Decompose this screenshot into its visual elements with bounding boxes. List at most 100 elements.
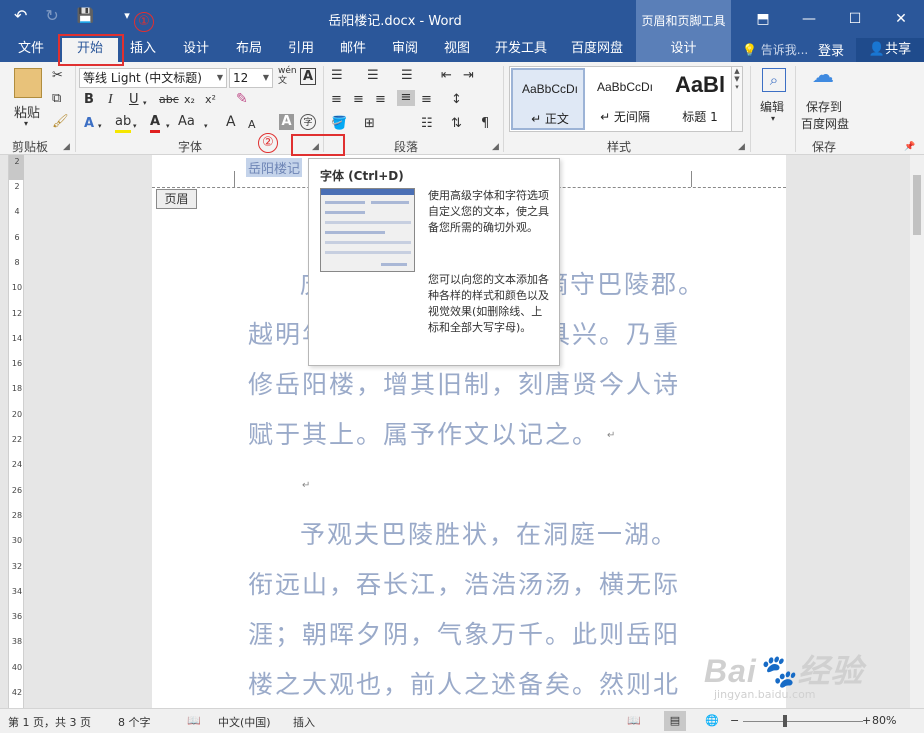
doc-line[interactable]: 楼之大观也，前人之述备矣。然则北: [248, 665, 680, 701]
multilevel-list-icon[interactable]: ☰: [401, 68, 413, 84]
header-text[interactable]: 岳阳楼记: [246, 158, 303, 177]
editing-label[interactable]: 编辑: [760, 98, 784, 115]
enclose-char-button[interactable]: 字: [300, 114, 316, 130]
chevron-down-icon[interactable]: ▾: [204, 118, 208, 134]
tab-design[interactable]: 设计: [175, 38, 217, 62]
cut-icon[interactable]: ✂: [52, 68, 63, 84]
read-mode-icon[interactable]: 📖: [627, 714, 641, 727]
scroll-thumb[interactable]: [913, 175, 921, 235]
zoom-thumb[interactable]: [783, 715, 787, 727]
doc-line[interactable]: 予观夫巴陵胜状，在洞庭一湖。: [300, 515, 678, 551]
justify-icon[interactable]: ≡: [397, 90, 415, 106]
web-layout-icon[interactable]: 🌐: [705, 714, 719, 727]
zoom-in-icon[interactable]: +: [862, 714, 871, 727]
tab-developer[interactable]: 开发工具: [490, 38, 552, 62]
style-no-spacing[interactable]: AaBbCcDı ↵ 无间隔: [588, 68, 662, 130]
sort-icon[interactable]: ⇅: [451, 116, 462, 132]
char-shading-button[interactable]: A: [279, 114, 294, 130]
minimize-button[interactable]: —: [786, 0, 832, 38]
styles-scroll[interactable]: ▲ ▼ ▾: [731, 66, 743, 132]
tab-header-footer-design[interactable]: 设计: [636, 38, 731, 62]
line-spacing-icon[interactable]: ↕: [451, 92, 462, 108]
chevron-down-icon[interactable]: ▾: [166, 118, 170, 134]
insert-mode[interactable]: 插入: [293, 714, 315, 730]
shading-icon[interactable]: 🪣: [331, 116, 347, 132]
tab-references[interactable]: 引用: [280, 38, 322, 62]
increase-indent-icon[interactable]: ⇥: [463, 68, 474, 84]
shrink-font-button[interactable]: A: [248, 117, 256, 133]
vertical-scrollbar[interactable]: [910, 155, 924, 708]
chevron-down-icon[interactable]: ▾: [98, 118, 102, 134]
cloud-icon[interactable]: ☁: [812, 65, 834, 87]
superscript-button[interactable]: x²: [205, 92, 216, 108]
proofing-icon[interactable]: 📖: [187, 714, 201, 727]
subscript-button[interactable]: x₂: [184, 92, 195, 108]
chevron-down-icon[interactable]: ▾: [771, 114, 775, 123]
chevron-down-icon[interactable]: ▾: [133, 118, 137, 134]
lightbulb-icon: 💡: [742, 43, 757, 57]
chevron-down-icon[interactable]: ▾: [143, 95, 147, 111]
paragraph-launcher-icon[interactable]: ◢: [492, 142, 499, 152]
print-layout-icon[interactable]: ▤: [664, 711, 686, 731]
underline-button[interactable]: U: [129, 92, 139, 108]
page-count[interactable]: 第 1 页，共 3 页: [8, 714, 91, 730]
zoom-out-icon[interactable]: −: [730, 714, 739, 727]
clipboard-launcher-icon[interactable]: ◢: [63, 142, 70, 152]
clear-formatting-icon[interactable]: ✎: [236, 91, 248, 107]
tab-baidu-netdisk[interactable]: 百度网盘: [563, 38, 631, 62]
highlight-color-icon[interactable]: ab: [115, 114, 132, 133]
distributed-icon[interactable]: ≡: [421, 92, 432, 108]
sign-in-link[interactable]: 登录: [818, 40, 844, 59]
paste-dropdown-icon[interactable]: ▾: [24, 119, 28, 128]
align-right-icon[interactable]: ≡: [375, 92, 386, 108]
save-to-line1[interactable]: 保存到: [806, 98, 842, 115]
style-normal[interactable]: AaBbCcDı ↵ 正文: [511, 68, 585, 130]
word-count[interactable]: 8 个字: [118, 714, 151, 730]
borders-icon[interactable]: ⊞: [364, 116, 375, 132]
grow-font-button[interactable]: A: [226, 114, 236, 130]
language-indicator[interactable]: 中文(中国): [218, 714, 271, 730]
search-icon[interactable]: ⌕: [762, 68, 786, 92]
tab-layout[interactable]: 布局: [228, 38, 270, 62]
align-center-icon[interactable]: ≡: [353, 92, 364, 108]
font-name-combo[interactable]: 等线 Light (中文标题) ▼: [79, 68, 227, 88]
change-case-button[interactable]: Aa: [178, 114, 195, 130]
text-effects-icon[interactable]: A: [84, 116, 94, 132]
close-button[interactable]: ✕: [878, 0, 924, 38]
char-border-icon[interactable]: A: [300, 68, 316, 85]
maximize-button[interactable]: ☐: [832, 0, 878, 38]
tab-insert[interactable]: 插入: [122, 38, 164, 62]
font-color-icon[interactable]: A: [150, 114, 161, 133]
styles-launcher-icon[interactable]: ◢: [738, 142, 745, 152]
strikethrough-button[interactable]: abc: [159, 92, 179, 108]
zoom-level[interactable]: 80%: [872, 714, 896, 727]
doc-line[interactable]: 修岳阳楼，增其旧制，刻唐贤今人诗: [248, 365, 680, 401]
share-button[interactable]: 👤共享: [856, 38, 924, 62]
pin-ribbon-icon[interactable]: 📌: [904, 142, 915, 152]
numbering-icon[interactable]: ☰: [367, 68, 379, 84]
tab-review[interactable]: 审阅: [384, 38, 426, 62]
tell-me-search[interactable]: 💡 告诉我...: [742, 41, 808, 58]
tab-mailings[interactable]: 邮件: [332, 38, 374, 62]
phonetic-guide-icon[interactable]: wén 文: [278, 66, 297, 86]
italic-button[interactable]: I: [108, 92, 113, 108]
ribbon-display-icon[interactable]: ⬒: [740, 0, 786, 38]
style-heading-1[interactable]: AaBl 标题 1: [663, 68, 737, 130]
decrease-indent-icon[interactable]: ⇤: [441, 68, 452, 84]
save-to-line2[interactable]: 百度网盘: [801, 115, 849, 132]
doc-line[interactable]: 衔远山，吞长江，浩浩汤汤，横无际: [248, 565, 680, 601]
bold-button[interactable]: B: [84, 92, 94, 108]
tab-file[interactable]: 文件: [8, 38, 54, 62]
format-painter-icon[interactable]: 🖌: [52, 114, 69, 130]
align-left-icon[interactable]: ≡: [331, 92, 342, 108]
doc-line[interactable]: 涯；朝晖夕阴，气象万千。此则岳阳: [248, 615, 680, 651]
bullets-icon[interactable]: ☰: [331, 68, 343, 84]
zoom-slider[interactable]: [743, 721, 863, 722]
chinese-layout-icon[interactable]: ☷: [421, 116, 433, 132]
copy-icon[interactable]: ⧉: [52, 91, 61, 107]
tab-view[interactable]: 视图: [436, 38, 478, 62]
clipboard-icon[interactable]: [14, 68, 42, 98]
font-size-combo[interactable]: 12 ▼: [229, 68, 273, 88]
show-marks-icon[interactable]: ¶: [481, 116, 489, 132]
doc-line[interactable]: 赋于其上。属予作文以记之。: [248, 415, 599, 451]
